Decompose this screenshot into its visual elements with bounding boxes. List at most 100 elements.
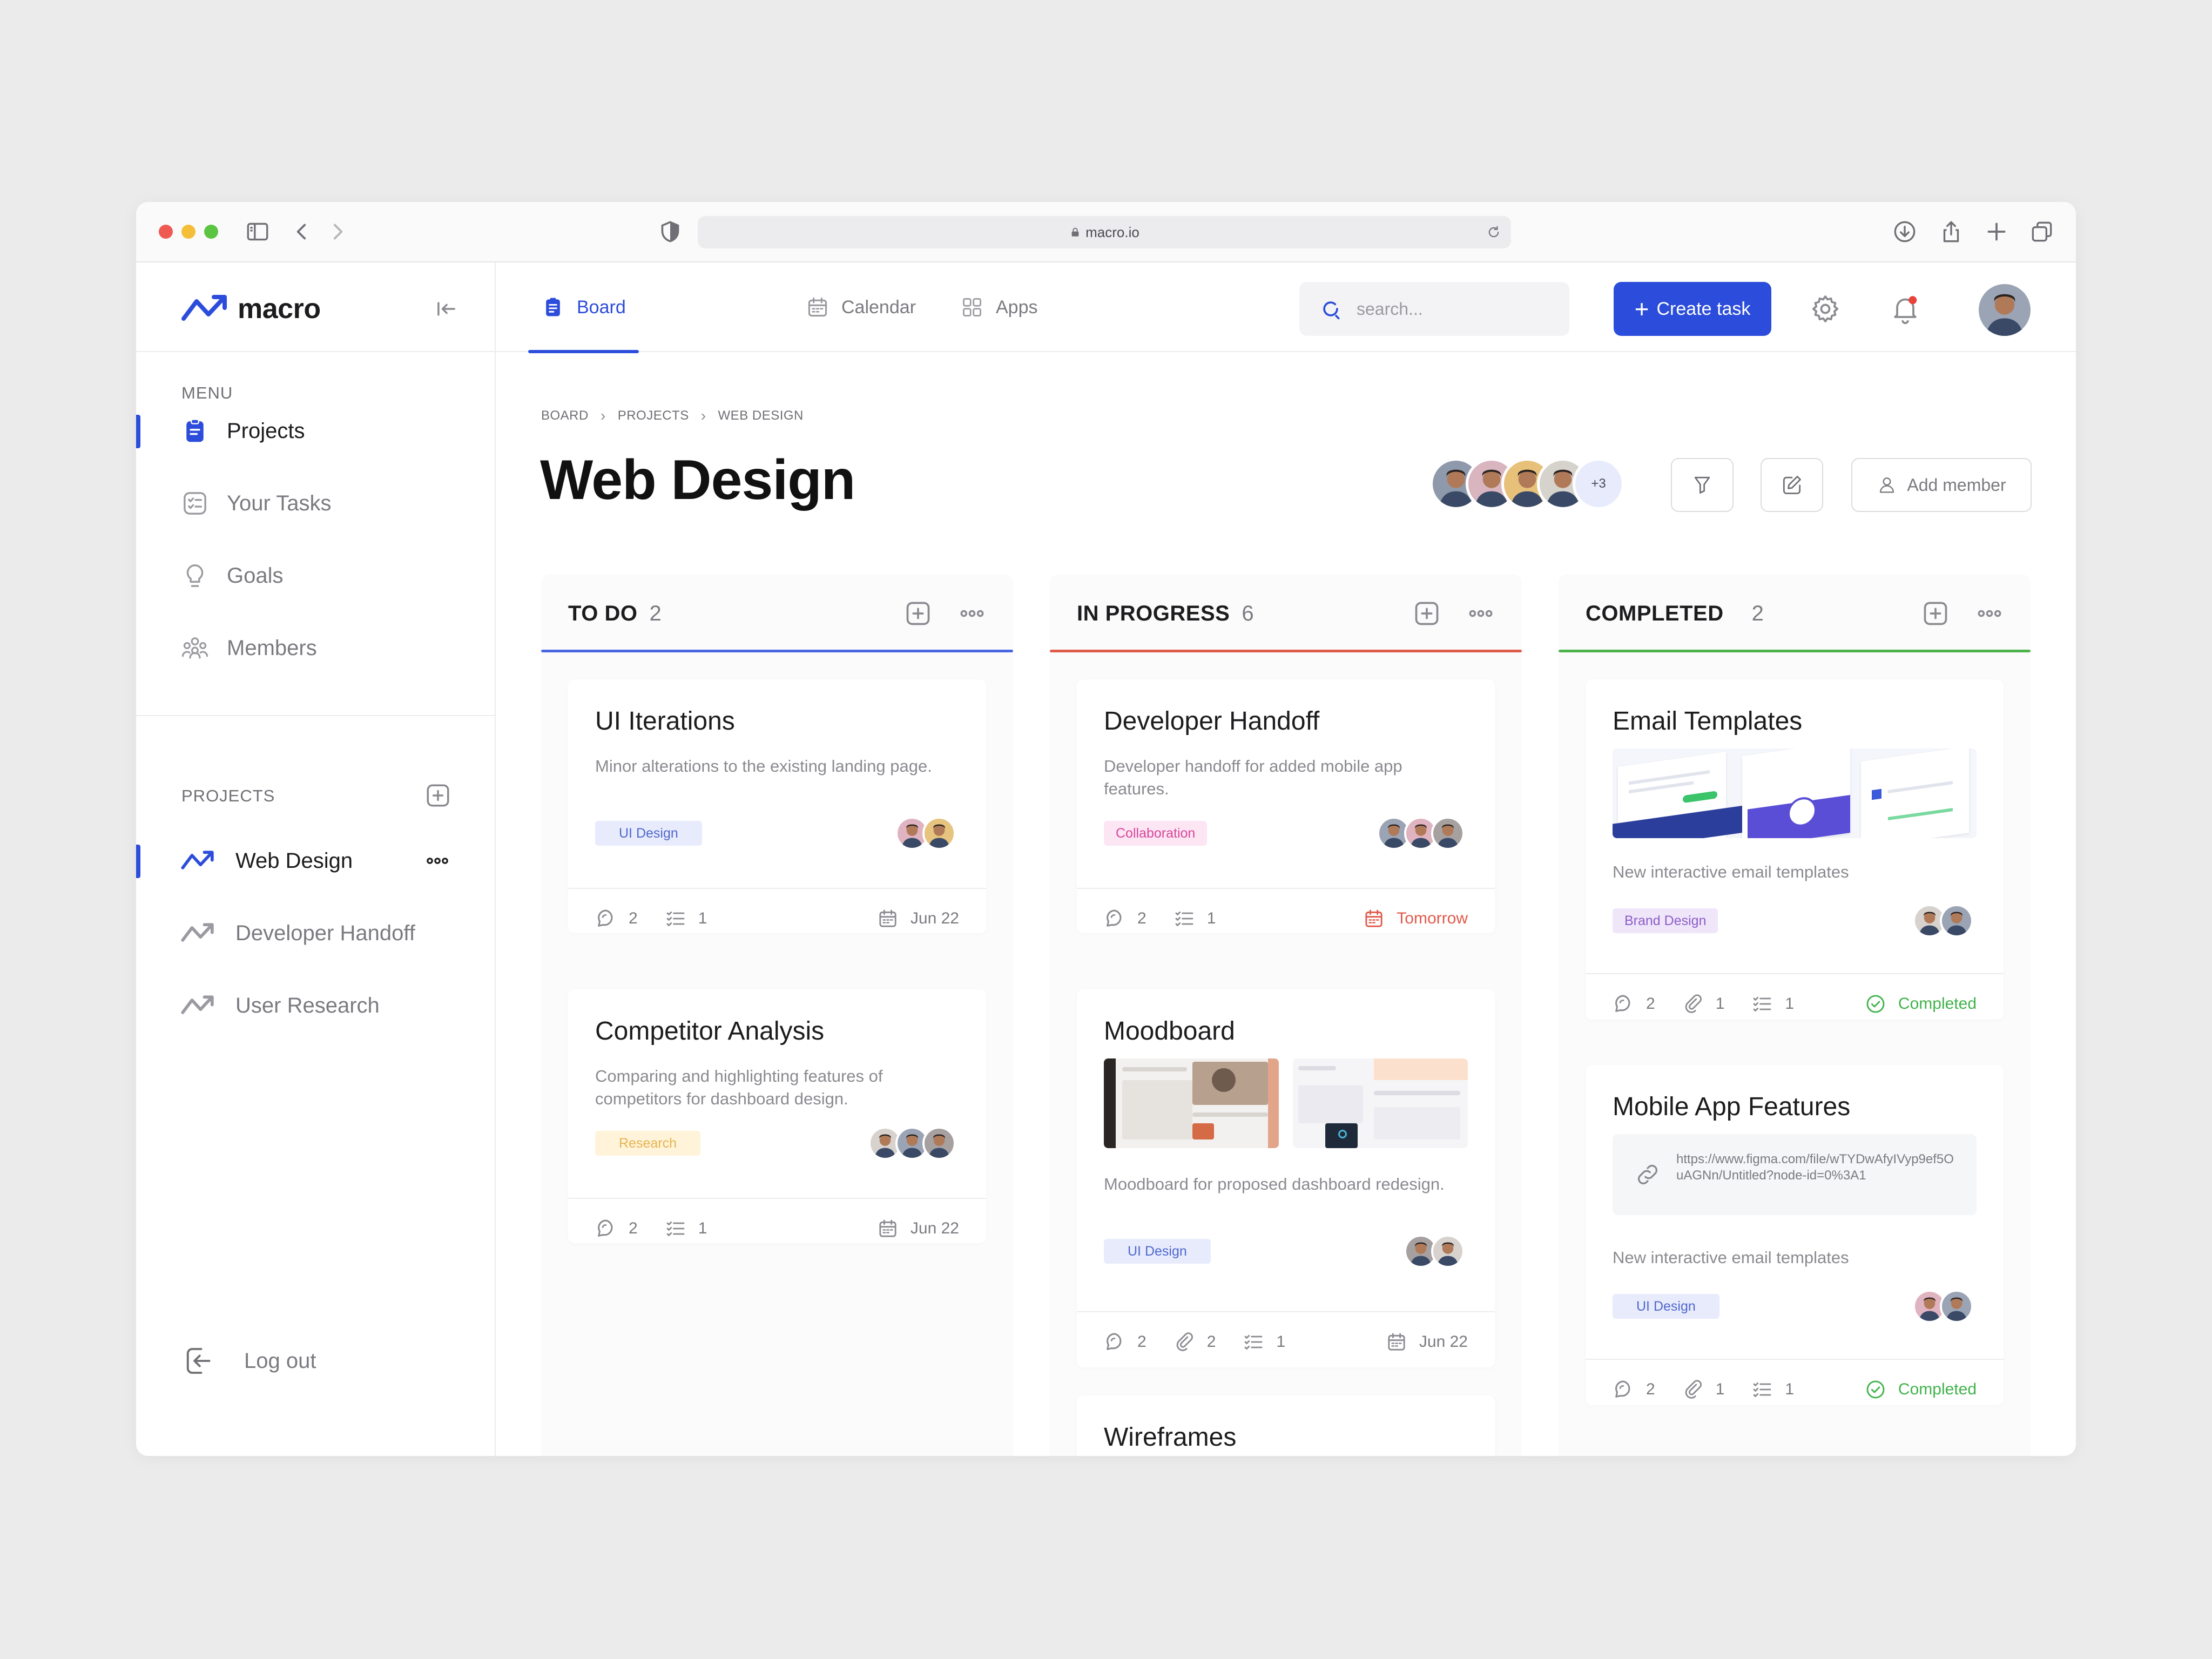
tab-overview-icon[interactable] [2028,218,2055,245]
add-project-icon[interactable] [424,782,451,809]
logout-label: Log out [244,1348,316,1373]
reload-icon[interactable] [1486,225,1501,240]
attachment-count[interactable]: 1 [1682,1379,1724,1400]
checklist-count[interactable]: 1 [665,908,707,929]
privacy-shield-icon[interactable] [657,218,684,245]
due-date[interactable]: Jun 22 [1386,1331,1468,1353]
sidebar-item-members[interactable]: Members [136,626,496,670]
maximize-window-button[interactable] [204,225,218,239]
sidebar-item-goals[interactable]: Goals [136,554,496,597]
close-window-button[interactable] [159,225,173,239]
due-date[interactable]: Tomorrow [1363,908,1468,929]
sidebar-toggle-icon[interactable] [244,218,271,245]
tab-calendar[interactable]: Calendar [806,262,916,352]
user-avatar[interactable] [1979,284,2031,336]
add-card-icon[interactable] [1921,599,1950,628]
task-card[interactable]: Mobile App Features https://www.figma.co… [1586,1065,2004,1405]
card-description: New interactive email templates [1613,1248,1849,1267]
checklist-icon [1751,993,1773,1015]
card-footer: 2 1 1 Completed [1613,990,1977,1017]
filter-button[interactable] [1671,458,1734,512]
task-card[interactable]: UI Iterations Minor alterations to the e… [568,679,986,933]
checklist-count[interactable]: 1 [1751,993,1794,1015]
chevron-right-icon: › [600,407,606,424]
browser-window: macro.io macro MENU Projects Your Tasks … [136,202,2076,1456]
tab-apps[interactable]: Apps [960,262,1038,352]
moodboard-thumbnail[interactable] [1293,1058,1468,1148]
breadcrumb-projects[interactable]: PROJECTS [618,408,689,423]
due-date[interactable]: Jun 22 [877,908,959,929]
comment-count[interactable]: 2 [1613,993,1655,1015]
breadcrumb-board[interactable]: BOARD [541,408,589,423]
moodboard-thumbnail[interactable] [1104,1058,1279,1148]
add-card-icon[interactable] [1413,599,1441,628]
task-card[interactable]: Developer Handoff Developer handoff for … [1077,679,1495,933]
sidebar-project-user-research[interactable]: User Research [136,984,496,1027]
task-card[interactable]: Competitor Analysis Comparing and highli… [568,989,986,1243]
add-member-label: Add member [1907,475,2006,495]
search-box[interactable] [1299,282,1569,336]
back-icon[interactable] [288,218,315,245]
column-more-icon[interactable] [1467,599,1495,628]
task-card[interactable]: Moodboard Moodboard for proposed dashboa… [1077,989,1495,1367]
create-task-button[interactable]: + Create task [1614,282,1771,336]
card-assignees [1377,817,1465,850]
comment-icon [595,908,617,929]
comment-count[interactable]: 2 [1613,1379,1655,1400]
sidebar-project-developer-handoff[interactable]: Developer Handoff [136,912,496,955]
browser-toolbar: macro.io [136,202,2076,262]
comment-count[interactable]: 2 [1104,1331,1147,1353]
column-header: TO DO 2 [541,575,1013,652]
settings-gear-icon[interactable] [1809,293,1842,325]
checklist-count[interactable]: 1 [1174,908,1216,929]
link-attachment[interactable]: https://www.figma.com/file/wTYDwAfyIVyp9… [1613,1134,1977,1215]
column-header: COMPLETED 2 [1559,575,2031,652]
link-url[interactable]: https://www.figma.com/file/wTYDwAfyIVyp9… [1676,1151,1957,1184]
new-tab-icon[interactable] [1983,218,2010,245]
check-circle-icon [1865,1379,1886,1400]
tab-board[interactable]: Board [528,262,639,353]
comment-count[interactable]: 2 [595,1218,638,1239]
active-indicator [136,845,140,878]
sidebar-project-label: Web Design [235,848,353,873]
sidebar-item-your-tasks[interactable]: Your Tasks [136,482,496,525]
column-title: TO DO 2 [568,602,662,625]
sidebar-item-projects[interactable]: Projects [136,409,496,453]
comment-icon [1104,908,1125,929]
edit-button[interactable] [1761,458,1823,512]
checklist-count[interactable]: 1 [665,1218,707,1239]
project-more-icon[interactable] [424,848,450,874]
comment-count[interactable]: 2 [1104,908,1147,929]
more-members-badge[interactable]: +3 [1573,458,1624,510]
download-icon[interactable] [1891,218,1918,245]
task-card[interactable]: Email Templates New interactive email te… [1586,679,2004,1020]
comment-count[interactable]: 2 [595,908,638,929]
logout-button[interactable]: Log out [136,1339,496,1382]
attachment-count[interactable]: 2 [1174,1331,1216,1353]
add-member-button[interactable]: Add member [1851,458,2032,512]
search-input[interactable] [1357,299,1551,319]
checklist-count[interactable]: 1 [1243,1331,1285,1353]
column-more-icon[interactable] [958,599,986,628]
assignee-avatar [922,1127,956,1160]
checklist-count[interactable]: 1 [1751,1379,1794,1400]
tag-badge: UI Design [595,821,702,846]
tag-badge: UI Design [1613,1294,1719,1319]
email-templates-thumbnail[interactable] [1613,748,1977,838]
tag-badge: Collaboration [1104,821,1208,846]
check-circle-icon [1865,993,1886,1015]
column-more-icon[interactable] [1975,599,2004,628]
due-date[interactable]: Jun 22 [877,1218,959,1239]
notification-bell-icon[interactable] [1889,293,1921,325]
forward-icon[interactable] [324,218,351,245]
page-title: Web Design [540,449,855,511]
address-bar[interactable]: macro.io [698,216,1511,248]
assignee-avatar [1431,817,1465,850]
assignee-avatar [1940,1290,1973,1323]
attachment-count[interactable]: 1 [1682,993,1724,1015]
minimize-window-button[interactable] [181,225,195,239]
add-card-icon[interactable] [904,599,932,628]
sidebar-project-web-design[interactable]: Web Design [136,839,496,882]
share-icon[interactable] [1938,218,1965,245]
task-card[interactable]: Wireframes [1077,1395,1495,1456]
